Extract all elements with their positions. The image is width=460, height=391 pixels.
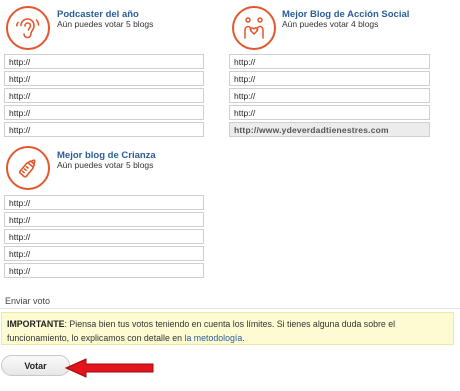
category-subtitle: Aún puedes votar 5 blogs <box>57 160 154 170</box>
blog-url-input[interactable]: http:// <box>4 122 204 137</box>
methodology-link[interactable]: la metodología <box>185 333 243 343</box>
ear-icon <box>6 6 50 50</box>
blog-url-input[interactable]: http:// <box>4 263 204 278</box>
blog-url-input[interactable]: http:// <box>229 71 430 86</box>
heart-hands-icon <box>232 6 276 50</box>
blog-url-input[interactable]: http:// <box>229 88 430 103</box>
blog-url-input[interactable]: http:// <box>4 88 204 103</box>
important-notice: IMPORTANTE: Piensa bien tus votos tenien… <box>1 312 454 345</box>
divider <box>0 308 460 309</box>
blog-url-input[interactable]: http:// <box>4 246 204 261</box>
blog-url-input[interactable]: http:// <box>4 71 204 86</box>
category-subtitle: Aún puedes votar 5 blogs <box>57 19 154 29</box>
blog-url-input[interactable]: http:// <box>4 195 204 210</box>
blog-url-input[interactable]: http:// <box>4 54 204 69</box>
baby-bottle-icon <box>6 146 50 190</box>
notice-strong: IMPORTANTE <box>7 319 65 329</box>
blog-url-input[interactable]: http:// <box>229 54 430 69</box>
blog-url-input[interactable]: http:// <box>229 105 430 120</box>
notice-end: . <box>242 333 245 343</box>
blog-url-input[interactable]: http:// <box>4 105 204 120</box>
blog-url-input-filled[interactable]: http://www.ydeverdadtienestres.com <box>229 122 430 137</box>
blog-url-input[interactable]: http:// <box>4 229 204 244</box>
category-subtitle: Aún puedes votar 4 blogs <box>282 19 379 29</box>
red-arrow-icon <box>64 358 154 378</box>
vote-button[interactable]: Votar <box>1 355 70 376</box>
section-label-enviar-voto: Enviar voto <box>5 296 51 306</box>
blog-url-input[interactable]: http:// <box>4 212 204 227</box>
